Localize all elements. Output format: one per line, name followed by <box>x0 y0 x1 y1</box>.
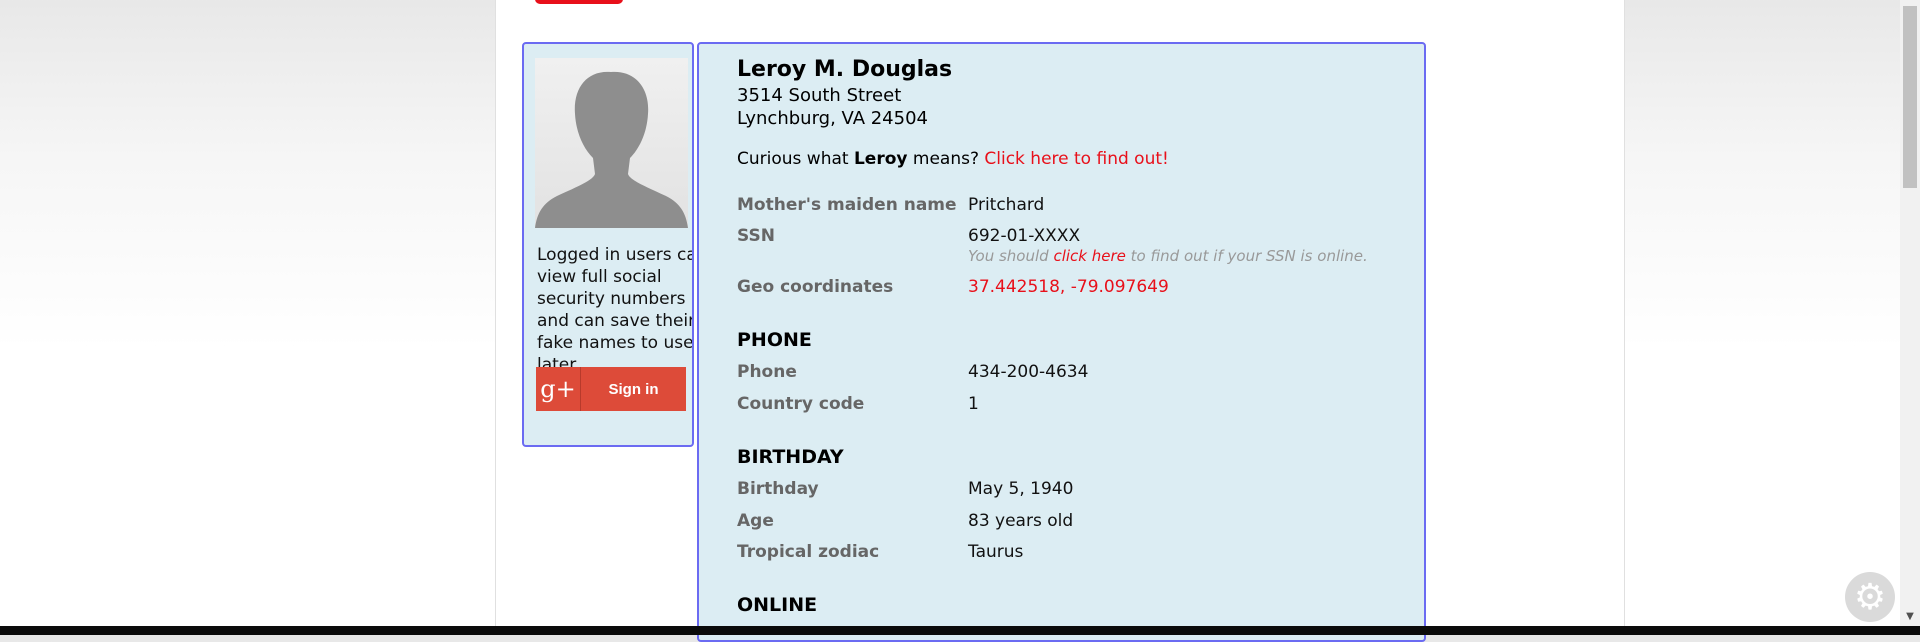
curious-suffix: means? <box>912 149 979 169</box>
birthday-label: Birthday <box>737 479 819 499</box>
scrollbar-thumb[interactable] <box>1903 6 1917 188</box>
identity-content: Leroy M. Douglas 3514 South Street Lynch… <box>737 56 1417 617</box>
country-code-label: Country code <box>737 394 865 414</box>
avatar <box>535 58 688 228</box>
phone-label: Phone <box>737 362 797 382</box>
zodiac-value: Taurus <box>968 542 1024 562</box>
maiden-name-label: Mother's maiden name <box>737 195 957 215</box>
signin-label: Sign in <box>608 380 659 398</box>
geo-coordinates-link[interactable]: 37.442518, -79.097649 <box>968 276 1169 298</box>
vertical-scrollbar[interactable]: ▼ <box>1900 0 1920 626</box>
age-label: Age <box>737 511 774 531</box>
settings-button[interactable]: ⚙ <box>1845 572 1895 622</box>
city-state-zip: Lynchburg, VA 24504 <box>737 108 928 129</box>
phone-row: Phone 434-200-4634 <box>737 361 1417 383</box>
zodiac-row: Tropical zodiac Taurus <box>737 541 1417 563</box>
phone-value: 434-200-4634 <box>968 362 1089 382</box>
geo-row: Geo coordinates 37.442518, -79.097649 <box>737 276 1417 298</box>
gear-icon: ⚙ <box>1853 576 1887 618</box>
chevron-down-icon: ▼ <box>1906 610 1914 622</box>
online-heading: ONLINE <box>737 594 818 616</box>
country-code-row: Country code 1 <box>737 393 1417 415</box>
top-red-button[interactable] <box>535 0 623 4</box>
zodiac-label: Tropical zodiac <box>737 542 880 562</box>
google-signin-button[interactable]: g+ Sign in <box>536 367 686 411</box>
birthday-value: May 5, 1940 <box>968 479 1074 499</box>
age-value: 83 years old <box>968 511 1074 531</box>
ssn-row: SSN 692-01-XXXX <box>737 225 1417 247</box>
ssn-label: SSN <box>737 226 775 246</box>
ssn-check-link[interactable]: click here <box>1053 247 1125 265</box>
ssn-note-prefix: You should <box>968 247 1049 265</box>
maiden-name-row: Mother's maiden name Pritchard <box>737 194 1417 216</box>
birthday-row: Birthday May 5, 1940 <box>737 478 1417 500</box>
login-panel: Logged in users can view full social sec… <box>522 42 694 447</box>
ssn-note: You should click here to find out if you… <box>968 247 1417 266</box>
person-silhouette-icon <box>535 71 688 228</box>
google-plus-icon: g+ <box>536 367 581 411</box>
curious-prefix: Curious what <box>737 149 849 169</box>
ssn-value: 692-01-XXXX <box>968 226 1081 246</box>
maiden-name-value: Pritchard <box>968 195 1045 215</box>
scroll-down-button[interactable]: ▼ <box>1900 606 1920 626</box>
ssn-note-suffix: to find out if your SSN is online. <box>1130 247 1368 265</box>
login-info-text: Logged in users can view full social sec… <box>537 245 694 375</box>
name-meaning-line: Curious what Leroy means? Click here to … <box>737 148 1417 170</box>
identity-panel: Leroy M. Douglas 3514 South Street Lynch… <box>697 42 1426 642</box>
person-name: Leroy M. Douglas <box>737 57 953 82</box>
geo-label: Geo coordinates <box>737 277 894 297</box>
bottom-bar <box>0 626 1920 635</box>
street-address: 3514 South Street <box>737 85 902 106</box>
country-code-value: 1 <box>968 394 979 414</box>
birthday-heading: BIRTHDAY <box>737 446 844 468</box>
name-meaning-link[interactable]: Click here to find out! <box>984 149 1168 169</box>
phone-heading: PHONE <box>737 329 812 351</box>
first-name: Leroy <box>853 149 908 169</box>
age-row: Age 83 years old <box>737 510 1417 532</box>
